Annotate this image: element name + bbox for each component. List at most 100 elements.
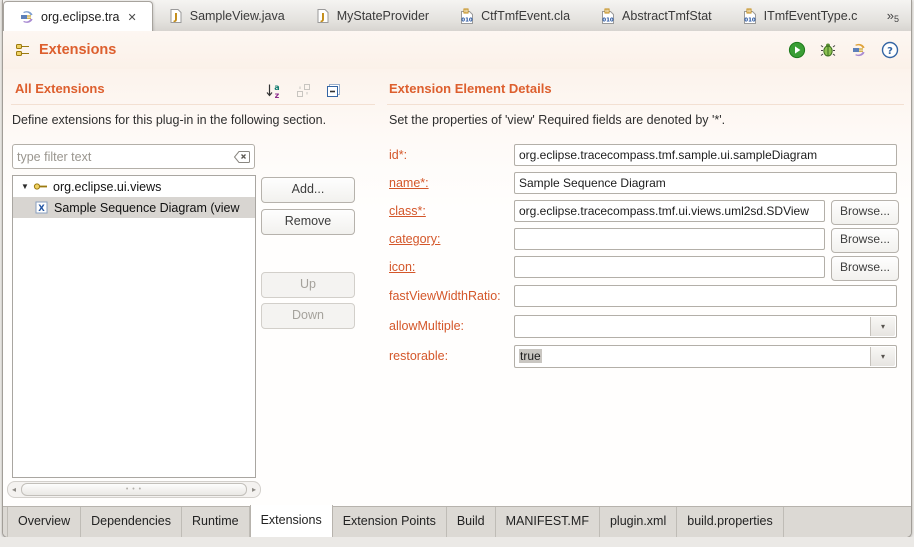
- svg-text:z: z: [275, 91, 280, 99]
- svg-text:010: 010: [461, 18, 473, 24]
- tab-overflow-chevron[interactable]: » 5: [887, 8, 899, 24]
- chevron-down-icon[interactable]: ▾: [870, 317, 895, 336]
- editor-tab-label: org.eclipse.tra: [41, 10, 120, 24]
- all-extensions-description: Define extensions for this plug-in in th…: [12, 113, 326, 127]
- tab-runtime[interactable]: Runtime: [182, 507, 250, 537]
- editor-tab-sampleview[interactable]: J SampleView.java: [153, 1, 300, 31]
- section-separator: [387, 104, 904, 105]
- editor-tab-label: ITmfEventType.c: [764, 9, 858, 23]
- tree-expander-icon[interactable]: ▼: [18, 182, 32, 191]
- class-file-icon: 010 J: [600, 8, 616, 24]
- editor-tab-label: CtfTmfEvent.cla: [481, 9, 570, 23]
- svg-text:010: 010: [602, 18, 614, 24]
- tab-manifest-mf[interactable]: MANIFEST.MF: [496, 507, 600, 537]
- class-file-icon: 010 J: [459, 8, 475, 24]
- tree-row-view-element[interactable]: X Sample Sequence Diagram (view: [13, 197, 255, 218]
- editor-tab-bar: org.eclipse.tra ✕ J SampleView.java J My…: [3, 0, 911, 32]
- filter-input[interactable]: [13, 150, 233, 164]
- field-label-class-link[interactable]: class*:: [389, 204, 426, 218]
- editor-tab-ctftmfevent[interactable]: 010 J CtfTmfEvent.cla: [444, 1, 585, 31]
- tab-extension-points[interactable]: Extension Points: [333, 507, 447, 537]
- class-field[interactable]: [514, 200, 825, 222]
- name-field[interactable]: [514, 172, 897, 194]
- add-button[interactable]: Add...: [261, 177, 355, 203]
- allowmultiple-combo[interactable]: ▾: [514, 315, 897, 338]
- tab-dependencies[interactable]: Dependencies: [81, 507, 182, 537]
- scrollbar-thumb[interactable]: • • •: [21, 483, 247, 496]
- extensions-icon: [15, 42, 31, 58]
- scroll-left-icon[interactable]: ◂: [8, 483, 20, 496]
- run-icon[interactable]: [788, 41, 806, 59]
- field-label-name-link[interactable]: name*:: [389, 176, 429, 190]
- field-label-fastviewwidthratio: fastViewWidthRatio:: [389, 289, 501, 303]
- close-icon[interactable]: ✕: [128, 11, 137, 24]
- tree-horizontal-scrollbar[interactable]: ◂ • • • ▸: [7, 481, 261, 498]
- editor-tab-label: SampleView.java: [190, 9, 285, 23]
- field-label-icon-link[interactable]: icon:: [389, 260, 415, 274]
- svg-text:J: J: [464, 9, 467, 15]
- icon-field[interactable]: [514, 256, 825, 278]
- svg-text:010: 010: [744, 18, 756, 24]
- tab-plugin-xml[interactable]: plugin.xml: [600, 507, 677, 537]
- tree-row-label: Sample Sequence Diagram (view: [54, 201, 240, 215]
- up-button[interactable]: Up: [261, 272, 355, 298]
- editor-window: org.eclipse.tra ✕ J SampleView.java J My…: [2, 0, 912, 538]
- section-separator: [11, 104, 375, 105]
- svg-text:J: J: [747, 9, 750, 15]
- editor-tab-itmfeventtype[interactable]: 010 J ITmfEventType.c: [727, 1, 873, 31]
- field-label-category-link[interactable]: category:: [389, 232, 440, 246]
- filter-box: [12, 144, 255, 169]
- window-bottom-edge: [0, 537, 914, 547]
- class-browse-button[interactable]: Browse...: [831, 200, 899, 225]
- editor-tab-label: MyStateProvider: [337, 9, 429, 23]
- tab-build-properties[interactable]: build.properties: [677, 507, 783, 537]
- fastviewwidthratio-field[interactable]: [514, 285, 897, 307]
- collapse-all-icon[interactable]: [325, 82, 342, 99]
- header-toolbar: ?: [788, 41, 899, 59]
- details-section-title: Extension Element Details: [389, 81, 552, 96]
- hidden-tab-count: 5: [894, 14, 899, 24]
- extensions-page-body: All Extensions az Define extensions for …: [3, 69, 911, 506]
- editor-tab-label: AbstractTmfStat: [622, 9, 712, 23]
- svg-text:J: J: [320, 12, 325, 23]
- tree-row-extension-point[interactable]: ▼ org.eclipse.ui.views: [13, 176, 255, 197]
- restorable-combo[interactable]: true ▾: [514, 345, 897, 368]
- field-label-restorable: restorable:: [389, 349, 448, 363]
- scroll-right-icon[interactable]: ▸: [248, 483, 260, 496]
- category-field[interactable]: [514, 228, 825, 250]
- tab-build[interactable]: Build: [447, 507, 496, 537]
- remove-button[interactable]: Remove: [261, 209, 355, 235]
- chevron-right-icon: »: [887, 8, 894, 23]
- svg-text:X: X: [38, 204, 45, 214]
- icon-browse-button[interactable]: Browse...: [831, 256, 899, 281]
- clear-filter-icon[interactable]: [233, 150, 251, 164]
- editor-tab-plugin-manifest[interactable]: org.eclipse.tra ✕: [3, 1, 153, 32]
- field-label-id: id*:: [389, 148, 407, 162]
- svg-text:J: J: [605, 9, 608, 15]
- tab-overview[interactable]: Overview: [7, 507, 81, 537]
- editor-tab-abstracttmfstat[interactable]: 010 J AbstractTmfStat: [585, 1, 727, 31]
- field-label-allowmultiple: allowMultiple:: [389, 319, 464, 333]
- java-file-icon: J: [315, 8, 331, 24]
- extensions-tree: ▼ org.eclipse.ui.views X Sample Sequence…: [12, 175, 256, 478]
- id-field[interactable]: [514, 144, 897, 166]
- class-file-icon: 010 J: [742, 8, 758, 24]
- export-plugin-icon[interactable]: [850, 41, 868, 59]
- plugin-manifest-icon: [19, 9, 35, 25]
- page-tab-bar: Overview Dependencies Runtime Extensions…: [3, 506, 911, 537]
- details-description: Set the properties of 'view' Required fi…: [389, 113, 725, 127]
- category-browse-button[interactable]: Browse...: [831, 228, 899, 253]
- chevron-down-icon[interactable]: ▾: [870, 347, 895, 366]
- page-title: Extensions: [39, 42, 116, 58]
- down-button[interactable]: Down: [261, 303, 355, 329]
- show-full-names-icon[interactable]: [295, 82, 312, 99]
- svg-text:?: ?: [887, 46, 893, 57]
- editor-tab-mystateprovider[interactable]: J MyStateProvider: [300, 1, 444, 31]
- debug-icon[interactable]: [819, 41, 837, 59]
- tab-extensions[interactable]: Extensions: [250, 505, 333, 537]
- svg-text:J: J: [173, 12, 178, 23]
- extension-point-icon: [33, 179, 48, 194]
- tree-row-label: org.eclipse.ui.views: [53, 180, 161, 194]
- help-icon[interactable]: ?: [881, 41, 899, 59]
- sort-alpha-icon[interactable]: az: [265, 82, 282, 99]
